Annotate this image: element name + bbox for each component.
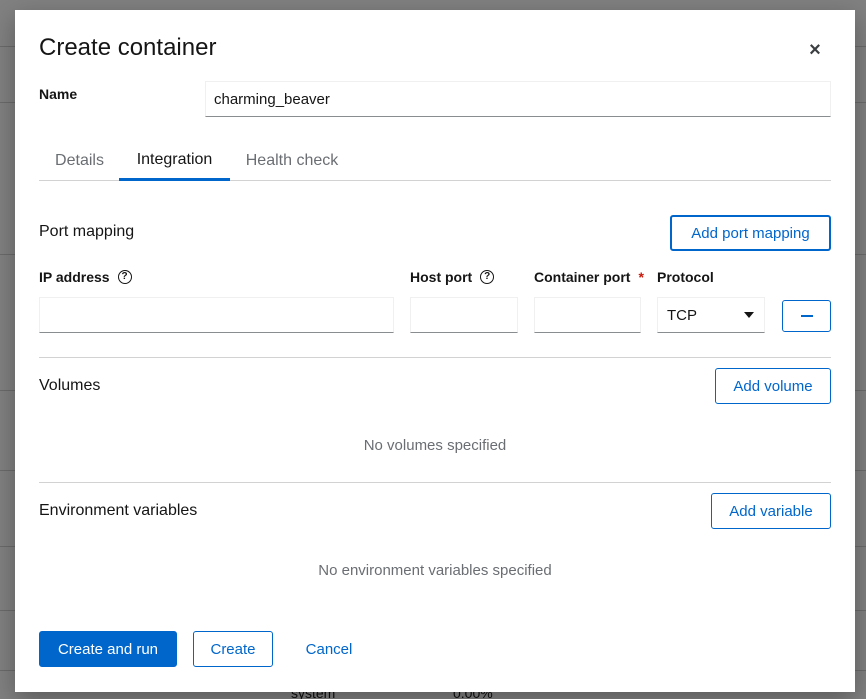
ip-address-input[interactable]: [39, 297, 394, 333]
caret-down-icon: [744, 312, 754, 318]
volumes-empty-text: No volumes specified: [363, 437, 507, 454]
add-volume-button[interactable]: Add volume: [715, 368, 831, 404]
modal-title: Create container: [39, 34, 217, 61]
remove-port-mapping-button[interactable]: [782, 300, 831, 332]
help-icon[interactable]: ?: [117, 270, 132, 284]
required-mark: *: [638, 269, 644, 285]
section-divider: [39, 482, 831, 483]
close-icon: ×: [809, 38, 821, 61]
protocol-label: Protocol: [657, 269, 714, 285]
env-variables-title: Environment variables: [39, 502, 198, 519]
protocol-label-text: Protocol: [657, 269, 714, 285]
add-port-mapping-button[interactable]: Add port mapping: [670, 215, 831, 251]
help-icon[interactable]: ?: [480, 270, 495, 284]
create-container-modal: Create container × Name Details Integrat…: [15, 10, 855, 692]
container-port-label: Container port *: [534, 269, 644, 285]
cancel-button[interactable]: Cancel: [289, 631, 369, 667]
host-port-label-text: Host port: [410, 269, 473, 285]
name-input[interactable]: [205, 81, 831, 117]
name-label: Name: [39, 86, 78, 102]
tab-details[interactable]: Details: [39, 141, 120, 181]
close-button[interactable]: ×: [803, 38, 827, 62]
port-mapping-title: Port mapping: [39, 223, 135, 240]
host-port-label: Host port ?: [410, 269, 495, 285]
protocol-select-value: TCP: [667, 306, 697, 324]
volumes-title: Volumes: [39, 377, 101, 394]
container-port-input[interactable]: [534, 297, 641, 333]
container-port-label-text: Container port: [534, 269, 631, 285]
tab-integration[interactable]: Integration: [119, 141, 230, 181]
ip-address-label: IP address ?: [39, 269, 132, 285]
create-button[interactable]: Create: [193, 631, 273, 667]
section-divider: [39, 357, 831, 358]
create-and-run-button[interactable]: Create and run: [39, 631, 177, 667]
minus-icon: [800, 315, 813, 317]
tab-bar: Details Integration Health check: [39, 141, 831, 181]
add-variable-button[interactable]: Add variable: [711, 493, 831, 529]
protocol-select[interactable]: TCP: [657, 297, 765, 333]
tab-health-check[interactable]: Health check: [230, 141, 354, 181]
ip-address-label-text: IP address: [39, 269, 110, 285]
env-empty-text: No environment variables specified: [318, 562, 552, 579]
host-port-input[interactable]: [410, 297, 518, 333]
